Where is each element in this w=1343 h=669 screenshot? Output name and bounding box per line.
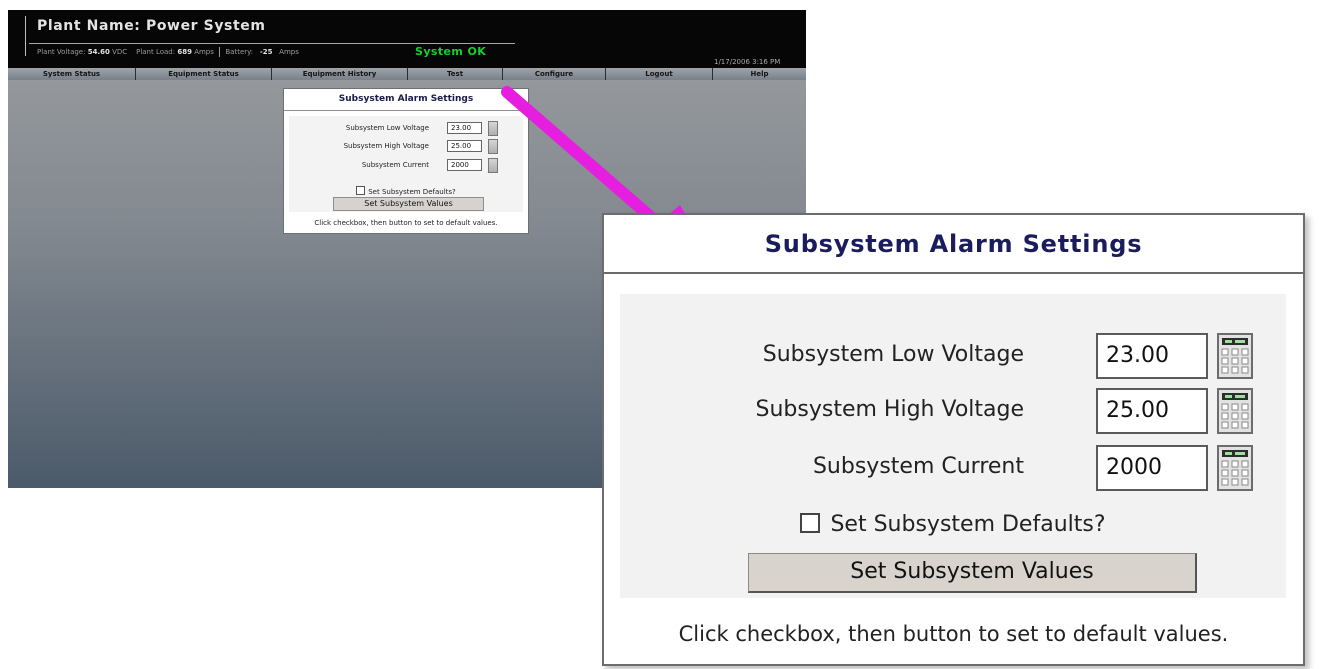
- datetime-display: 1/17/2006 3:16 PM: [714, 58, 781, 66]
- nav-configure[interactable]: Configure: [503, 68, 606, 80]
- dialog-hint: Click checkbox, then button to set to de…: [678, 622, 1229, 646]
- current-label: Subsystem Current: [812, 454, 1024, 479]
- system-status-indicator: System OK: [415, 45, 487, 58]
- low-voltage-input[interactable]: 23.00: [447, 122, 482, 134]
- alarm-settings-dialog: Subsystem Alarm Settings Subsystem Low V…: [283, 88, 529, 234]
- header-rule: [29, 43, 515, 44]
- header-divider: [25, 16, 26, 56]
- load-label: Plant Load:: [136, 48, 176, 56]
- calculator-keypad-icon[interactable]: [488, 121, 498, 136]
- zoomed-low-voltage-row: Subsystem Low Voltage 23.00: [620, 333, 1286, 379]
- defaults-checkbox[interactable]: [356, 186, 366, 195]
- set-values-button[interactable]: Set Subsystem Values: [333, 197, 484, 211]
- current-input[interactable]: 2000: [1096, 445, 1208, 491]
- high-voltage-input[interactable]: 25.00: [1096, 388, 1208, 434]
- nav-equipment-history[interactable]: Equipment History: [272, 68, 408, 80]
- current-input[interactable]: 2000: [447, 159, 482, 171]
- nav-equipment-status[interactable]: Equipment Status: [136, 68, 272, 80]
- nav-logout[interactable]: Logout: [606, 68, 713, 80]
- battery-unit: Amps: [279, 48, 299, 56]
- zoomed-alarm-settings-dialog: Subsystem Alarm Settings Subsystem Low V…: [602, 213, 1305, 666]
- defaults-checkbox-label: Set Subsystem Defaults?: [368, 188, 456, 196]
- high-voltage-label: Subsystem High Voltage: [343, 142, 429, 150]
- dialog-hint: Click checkbox, then button to set to de…: [314, 219, 498, 227]
- nav-test[interactable]: Test: [408, 68, 503, 80]
- voltage-value: 54.60: [87, 48, 110, 56]
- voltage-unit: VDC: [112, 48, 128, 56]
- set-values-button[interactable]: Set Subsystem Values: [748, 553, 1197, 593]
- battery-label: Battery:: [225, 48, 254, 56]
- dialog-body: Subsystem Low Voltage 23.00 Subsystem Hi…: [289, 116, 523, 212]
- calculator-keypad-icon[interactable]: [1217, 388, 1253, 434]
- low-voltage-row: Subsystem Low Voltage 23.00: [289, 121, 523, 136]
- defaults-checkbox[interactable]: [800, 513, 821, 533]
- battery-value: -25: [259, 48, 273, 56]
- defaults-checkbox-row: Set Subsystem Defaults?: [620, 512, 1286, 537]
- calculator-keypad-icon[interactable]: [1217, 333, 1253, 379]
- low-voltage-input[interactable]: 23.00: [1096, 333, 1208, 379]
- plant-name-title: Plant Name: Power System: [37, 18, 266, 34]
- high-voltage-label: Subsystem High Voltage: [755, 397, 1024, 422]
- load-value: 689: [177, 48, 192, 56]
- low-voltage-label: Subsystem Low Voltage: [762, 342, 1024, 367]
- high-voltage-input[interactable]: 25.00: [447, 140, 482, 152]
- calculator-keypad-icon[interactable]: [1217, 445, 1253, 491]
- zoomed-current-row: Subsystem Current 2000: [620, 445, 1286, 491]
- voltage-label: Plant Voltage:: [37, 48, 86, 56]
- plant-stats: Plant Voltage: 54.60 VDC Plant Load: 689…: [37, 47, 299, 57]
- low-voltage-label: Subsystem Low Voltage: [345, 124, 429, 132]
- dialog-title: Subsystem Alarm Settings: [284, 89, 528, 111]
- high-voltage-row: Subsystem High Voltage 25.00: [289, 139, 523, 154]
- calculator-keypad-icon[interactable]: [488, 158, 498, 173]
- main-nav: System Status Equipment Status Equipment…: [8, 68, 806, 80]
- stats-separator: [219, 47, 221, 57]
- load-unit: Amps: [194, 48, 214, 56]
- current-row: Subsystem Current 2000: [289, 158, 523, 173]
- zoomed-dialog-body: Subsystem Low Voltage 23.00 Subsystem Hi…: [620, 294, 1286, 598]
- zoomed-high-voltage-row: Subsystem High Voltage 25.00: [620, 388, 1286, 434]
- zoomed-dialog-title: Subsystem Alarm Settings: [604, 215, 1303, 274]
- header-bar: Plant Name: Power System Plant Voltage: …: [8, 10, 806, 68]
- defaults-checkbox-label: Set Subsystem Defaults?: [830, 512, 1106, 537]
- calculator-keypad-icon[interactable]: [488, 139, 498, 154]
- current-label: Subsystem Current: [361, 161, 429, 169]
- defaults-checkbox-row: Set Subsystem Defaults?: [289, 186, 523, 196]
- nav-system-status[interactable]: System Status: [8, 68, 136, 80]
- nav-help[interactable]: Help: [713, 68, 806, 80]
